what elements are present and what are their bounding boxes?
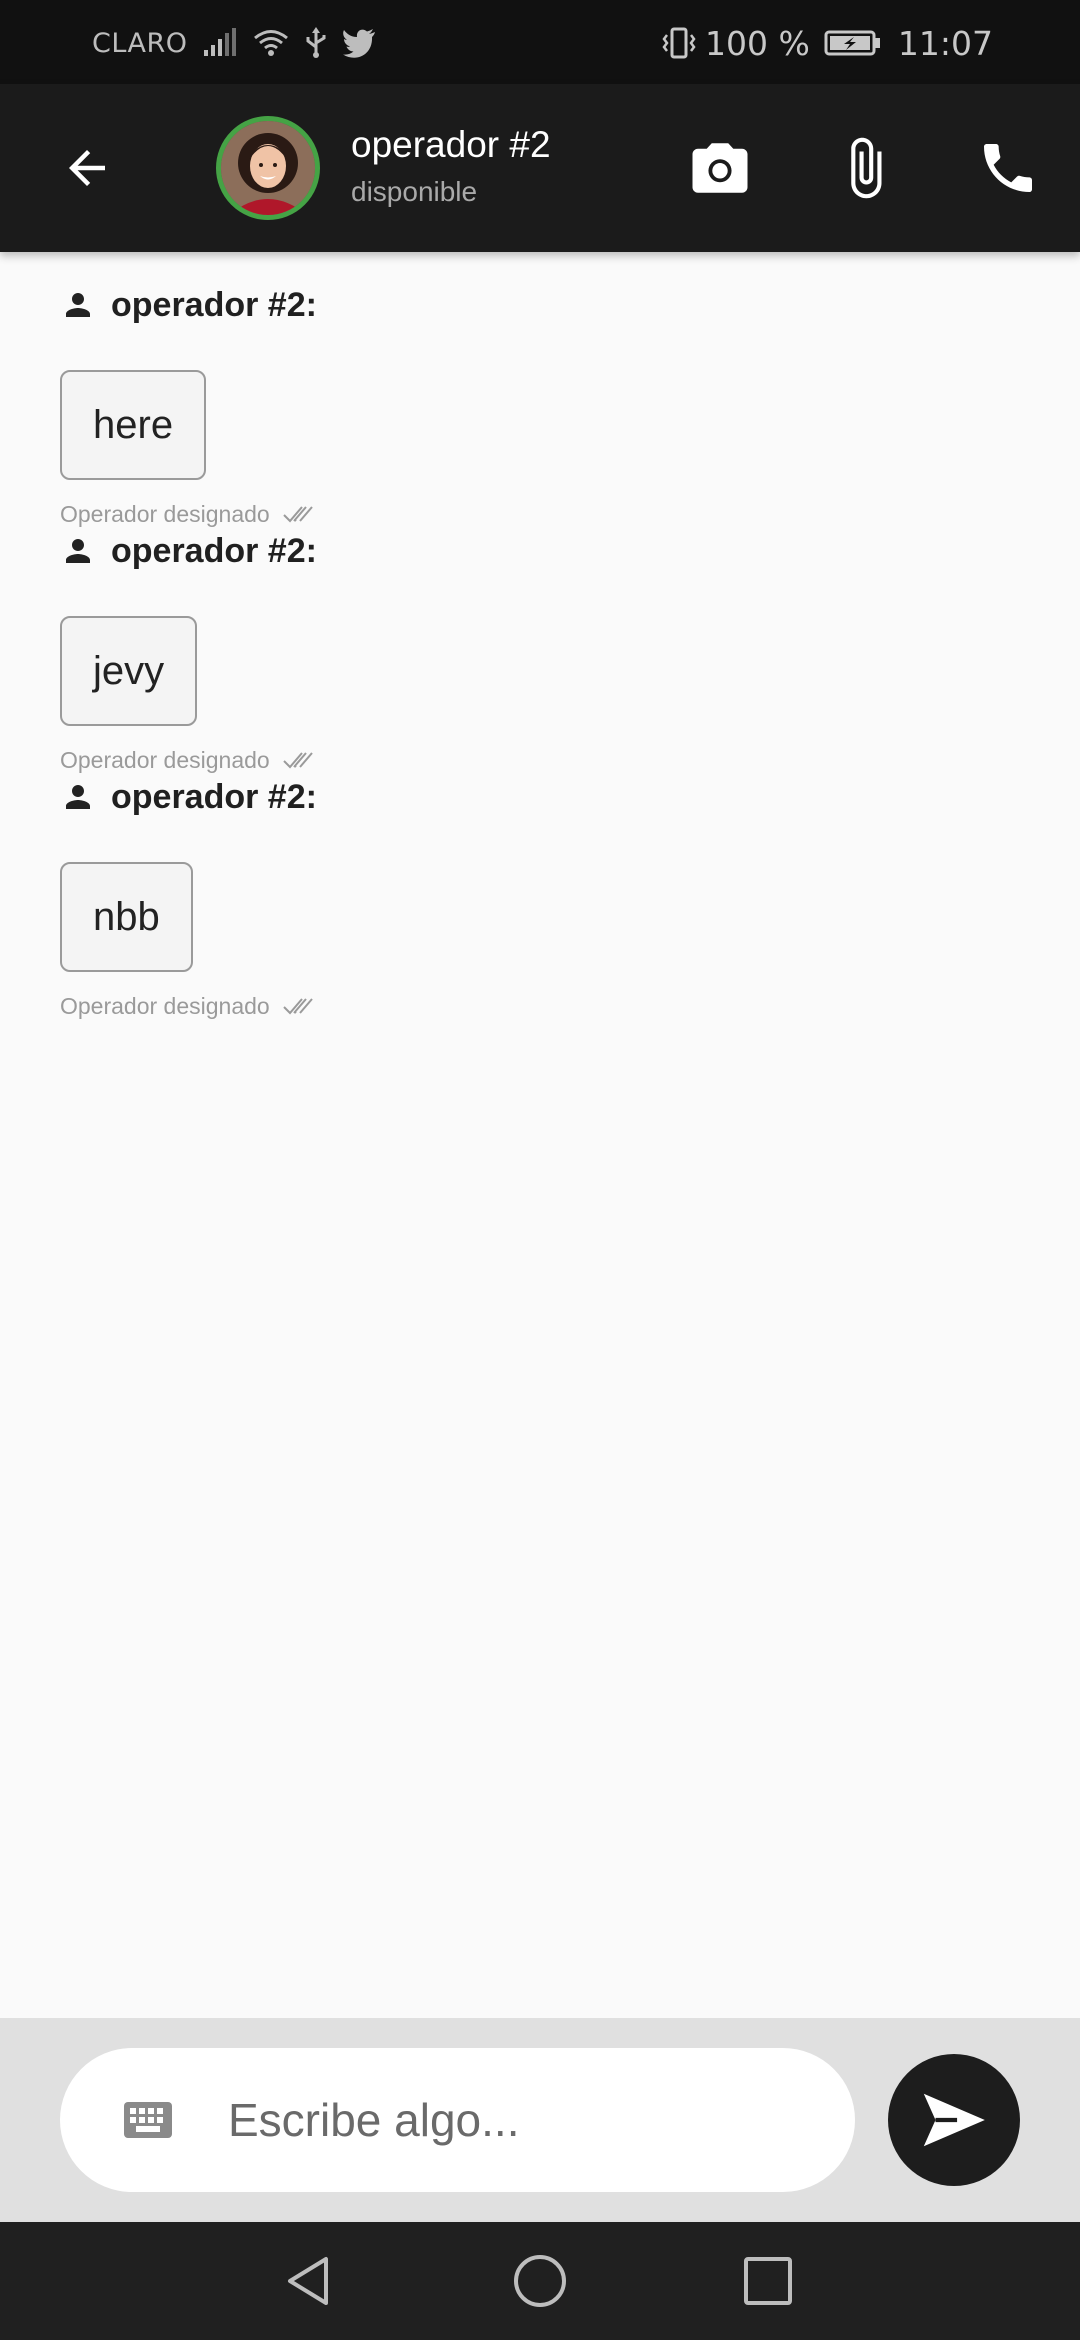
send-icon (923, 2093, 985, 2147)
message-meta: Operador designado (60, 744, 314, 776)
sender-name: operador #2: (111, 285, 317, 324)
person-icon (66, 785, 90, 809)
avatar-image (221, 121, 315, 215)
person-icon (66, 293, 90, 317)
nav-recents-icon (744, 2257, 792, 2305)
nav-back-button[interactable] (273, 2246, 343, 2316)
sender-row: operador #2: (60, 774, 317, 820)
message-input-container[interactable] (60, 2048, 855, 2192)
wifi-icon (253, 30, 288, 56)
clock: 11:07 (897, 23, 993, 63)
message-meta: Operador designado (60, 498, 314, 530)
back-button[interactable] (42, 123, 132, 213)
nav-back-icon (288, 2257, 328, 2305)
paperclip-icon (851, 137, 882, 199)
nav-home-icon (514, 2255, 566, 2307)
message-bubble[interactable]: jevy (60, 616, 198, 726)
phone-icon (984, 144, 1032, 192)
twitter-icon (342, 29, 375, 58)
double-check-icon (283, 506, 313, 523)
carrier-label: CLARO (92, 27, 188, 59)
contact-status: disponible (351, 176, 478, 207)
status-left: CLARO (92, 22, 376, 64)
status-right: 100 % 11:07 (661, 22, 993, 64)
message-meta-text: Operador designado (60, 746, 270, 773)
battery-percent: 100 % (705, 23, 810, 63)
avatar[interactable] (216, 116, 320, 220)
vibrate-icon (662, 27, 696, 59)
message-bubble[interactable]: nbb (60, 862, 193, 972)
message-meta: Operador designado (60, 990, 314, 1022)
send-button[interactable] (888, 2054, 1020, 2186)
message-input[interactable] (228, 2082, 818, 2158)
status-bar: CLARO 100 % 11:07 (0, 0, 1080, 84)
contact-name: operador #2 (351, 124, 551, 165)
sender-row: operador #2: (60, 528, 317, 574)
message-bubble[interactable]: here (60, 370, 207, 480)
arrow-back-icon (69, 150, 105, 186)
keyboard-icon[interactable] (122, 2096, 174, 2144)
nav-home-button[interactable] (505, 2246, 575, 2316)
sender-row: operador #2: (60, 282, 317, 328)
app-bar: operador #2 disponible (0, 84, 1080, 252)
message-meta-text: Operador designado (60, 992, 270, 1019)
person-icon (66, 539, 90, 563)
sender-name: operador #2: (111, 531, 317, 570)
camera-icon (692, 143, 748, 193)
attach-button[interactable] (820, 123, 910, 213)
signal-icon (203, 28, 236, 56)
battery-charging-icon (824, 30, 880, 56)
message-meta-text: Operador designado (60, 500, 270, 527)
double-check-icon (283, 998, 313, 1015)
call-button[interactable] (963, 123, 1053, 213)
camera-button[interactable] (675, 123, 765, 213)
nav-recents-button[interactable] (733, 2246, 803, 2316)
usb-icon (306, 27, 325, 58)
sender-name: operador #2: (111, 777, 317, 816)
composer-bar (0, 2018, 1080, 2222)
system-nav-bar (0, 2222, 1080, 2340)
double-check-icon (283, 752, 313, 769)
